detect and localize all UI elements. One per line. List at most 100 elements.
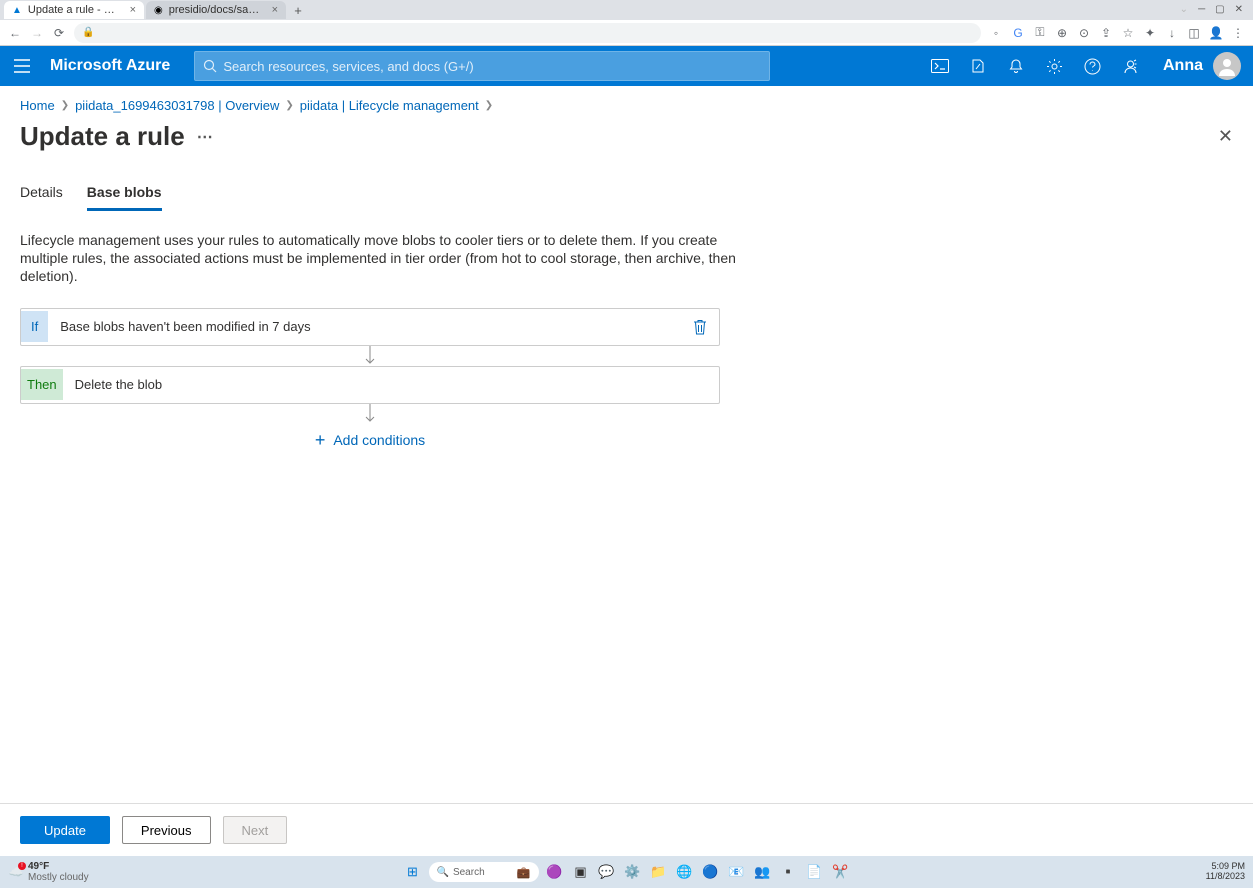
previous-button[interactable]: Previous <box>122 816 211 844</box>
next-button: Next <box>223 816 288 844</box>
page-title-row: Update a rule ⋯ ✕ <box>20 121 1233 164</box>
profile-icon[interactable]: 👤 <box>1209 26 1223 40</box>
browser-toolbar: ← → ⟳ 🔒 ◦ G ⚿ ⊕ ⊙ ⇪ ☆ ✦ ↓ ◫ 👤 ⋮ <box>0 20 1253 46</box>
star-icon[interactable]: ☆ <box>1121 26 1135 40</box>
browser-tab-inactive[interactable]: ◉ presidio/docs/samples/deploy × <box>146 1 286 19</box>
new-tab-button[interactable]: + <box>288 3 308 18</box>
copilot-icon[interactable] <box>969 57 987 75</box>
settings-taskbar-icon[interactable]: ⚙️ <box>623 862 643 882</box>
if-condition-text: Base blobs haven't been modified in 7 da… <box>60 319 310 334</box>
weather-temp: 49°F <box>28 861 89 872</box>
clock-time: 5:09 PM <box>1206 862 1245 872</box>
footer-bar: Update Previous Next <box>0 803 1253 856</box>
taskbar-search[interactable]: 🔍 Search 💼 <box>429 862 539 882</box>
share-icon[interactable]: ⇪ <box>1099 26 1113 40</box>
hamburger-icon[interactable] <box>12 56 32 76</box>
menu-icon[interactable]: ⋮ <box>1231 26 1245 40</box>
azure-logo[interactable]: Microsoft Azure <box>50 57 170 75</box>
window-controls: ⌄ ─ ▢ ✕ <box>1170 0 1253 19</box>
terminal-icon[interactable]: ▪️ <box>779 862 799 882</box>
taskview-icon[interactable]: ▣ <box>571 862 591 882</box>
tabs: Details Base blobs <box>20 184 1233 211</box>
close-blade-icon[interactable]: ✕ <box>1218 126 1233 147</box>
download-icon[interactable]: ↓ <box>1165 26 1179 40</box>
zoom-icon[interactable]: ⊙ <box>1077 26 1091 40</box>
tab-title: Update a rule - Microsoft Azure <box>28 4 124 16</box>
weather-icon: ☁️! <box>8 864 24 880</box>
github-favicon: ◉ <box>154 4 163 16</box>
start-icon[interactable]: ⊞ <box>403 862 423 882</box>
tab-title: presidio/docs/samples/deploy <box>169 4 266 16</box>
description-text: Lifecycle management uses your rules to … <box>20 231 740 286</box>
search-box[interactable] <box>194 51 770 81</box>
outlook-icon[interactable]: 📧 <box>727 862 747 882</box>
if-tag: If <box>21 311 48 342</box>
taskbar-center: ⊞ 🔍 Search 💼 🟣 ▣ 💬 ⚙️ 📁 🌐 🔵 📧 👥 ▪️ 📄 ✂️ <box>403 862 851 882</box>
search-input[interactable] <box>223 59 761 74</box>
more-icon[interactable]: ⋯ <box>197 127 213 147</box>
chevron-down-icon[interactable]: ⌄ <box>1180 4 1188 15</box>
snip-icon[interactable]: ✂️ <box>831 862 851 882</box>
chevron-right-icon: ❯ <box>61 100 69 111</box>
azure-header: Microsoft Azure Anna <box>0 46 1253 86</box>
chrome-icon[interactable]: 🔵 <box>701 862 721 882</box>
key-icon[interactable]: ⚿ <box>1033 26 1047 40</box>
teams2-icon[interactable]: 👥 <box>753 862 773 882</box>
word-icon[interactable]: 📄 <box>805 862 825 882</box>
page-title-text: Update a rule <box>20 121 185 152</box>
windows-taskbar: ☁️! 49°F Mostly cloudy ⊞ 🔍 Search 💼 🟣 ▣ … <box>0 856 1253 888</box>
explorer-icon[interactable]: 📁 <box>649 862 669 882</box>
arrow-connector <box>20 346 720 366</box>
plus-icon: + <box>315 430 326 451</box>
briefcase-icon: 💼 <box>517 866 531 879</box>
teams-icon[interactable]: 💬 <box>597 862 617 882</box>
google-icon[interactable]: G <box>1011 26 1025 40</box>
user-name[interactable]: Anna <box>1163 57 1203 75</box>
breadcrumb-lifecycle[interactable]: piidata | Lifecycle management <box>300 98 479 113</box>
breadcrumb-home[interactable]: Home <box>20 98 55 113</box>
url-bar[interactable]: 🔒 <box>74 23 981 43</box>
extensions-icon[interactable]: ✦ <box>1143 26 1157 40</box>
browser-right-icons: ◦ G ⚿ ⊕ ⊙ ⇪ ☆ ✦ ↓ ◫ 👤 ⋮ <box>989 26 1245 40</box>
install-icon[interactable]: ⊕ <box>1055 26 1069 40</box>
close-icon[interactable]: × <box>130 4 136 16</box>
tab-base-blobs[interactable]: Base blobs <box>87 184 162 211</box>
text-icon[interactable]: ◦ <box>989 26 1003 40</box>
weather-widget[interactable]: ☁️! 49°F Mostly cloudy <box>8 861 89 883</box>
delete-icon[interactable] <box>693 319 707 335</box>
copilot-taskbar-icon[interactable]: 🟣 <box>545 862 565 882</box>
sidepanel-icon[interactable]: ◫ <box>1187 26 1201 40</box>
breadcrumb: Home ❯ piidata_1699463031798 | Overview … <box>20 86 1233 121</box>
system-tray[interactable]: 5:09 PM 11/8/2023 <box>1206 862 1245 882</box>
weather-desc: Mostly cloudy <box>28 872 89 883</box>
feedback-icon[interactable] <box>1121 57 1139 75</box>
lock-icon: 🔒 <box>82 27 94 38</box>
cloudshell-icon[interactable] <box>931 57 949 75</box>
page-title: Update a rule ⋯ <box>20 121 213 152</box>
minimize-icon[interactable]: ─ <box>1198 4 1205 15</box>
help-icon[interactable] <box>1083 57 1101 75</box>
tab-details[interactable]: Details <box>20 184 63 211</box>
avatar[interactable] <box>1213 52 1241 80</box>
update-button[interactable]: Update <box>20 816 110 844</box>
browser-tab-active[interactable]: ▲ Update a rule - Microsoft Azure × <box>4 1 144 19</box>
if-condition-box[interactable]: If Base blobs haven't been modified in 7… <box>20 308 720 346</box>
breadcrumb-storage[interactable]: piidata_1699463031798 | Overview <box>75 98 279 113</box>
refresh-icon[interactable]: ⟳ <box>52 26 66 40</box>
search-icon <box>203 59 217 73</box>
maximize-icon[interactable]: ▢ <box>1215 4 1224 15</box>
notifications-icon[interactable] <box>1007 57 1025 75</box>
edge-icon[interactable]: 🌐 <box>675 862 695 882</box>
then-action-text: Delete the blob <box>75 377 162 392</box>
add-conditions-label: Add conditions <box>333 432 425 448</box>
azure-favicon: ▲ <box>12 4 22 16</box>
chevron-right-icon: ❯ <box>485 100 493 111</box>
then-action-box[interactable]: Then Delete the blob <box>20 366 720 404</box>
forward-icon[interactable]: → <box>30 26 44 40</box>
gear-icon[interactable] <box>1045 57 1063 75</box>
add-conditions-button[interactable]: + Add conditions <box>20 430 720 451</box>
search-icon: 🔍 <box>437 867 449 878</box>
close-icon[interactable]: × <box>272 4 278 16</box>
back-icon[interactable]: ← <box>8 26 22 40</box>
close-window-icon[interactable]: ✕ <box>1235 4 1243 15</box>
